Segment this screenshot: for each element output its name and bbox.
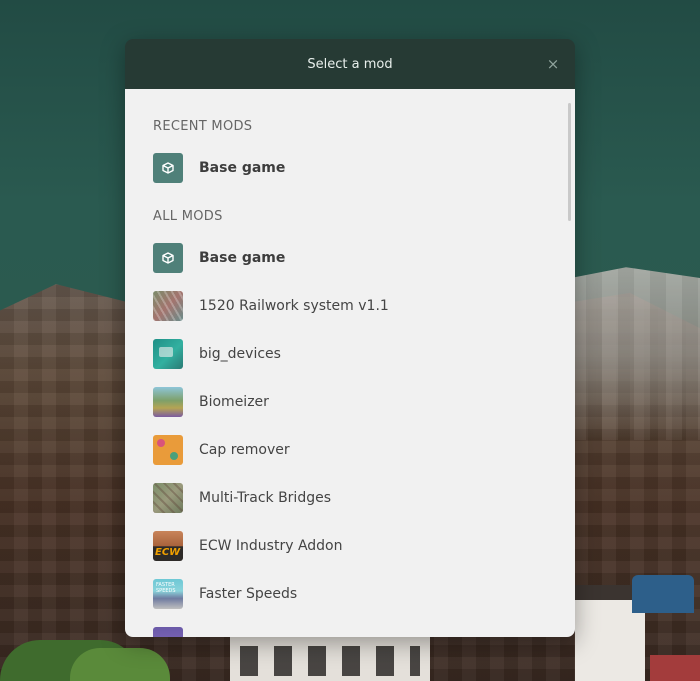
mod-item-ecw-industry[interactable]: ECW ECW Industry Addon — [153, 531, 575, 561]
mod-label: Base game — [199, 250, 286, 266]
trees — [70, 648, 170, 681]
recent-mods-heading: RECENT MODS — [153, 119, 253, 134]
mod-label: Biomeizer — [199, 394, 269, 410]
mod-label: Cap remover — [199, 442, 290, 458]
cube-icon — [153, 243, 183, 273]
mod-item-multi-track-bridges[interactable]: Multi-Track Bridges — [153, 483, 575, 513]
building-windows — [240, 646, 420, 676]
mod-label: 1520 Railwork system v1.1 — [199, 298, 389, 314]
mod-item-base-game-recent[interactable]: Base game — [153, 153, 575, 183]
mod-thumbnail — [153, 387, 183, 417]
mod-item-big-devices[interactable]: big_devices — [153, 339, 575, 369]
mod-thumbnail — [153, 339, 183, 369]
mod-item-base-game[interactable]: Base game — [153, 243, 575, 273]
blue-structure — [632, 575, 694, 613]
mod-label: Base game — [199, 160, 286, 176]
mod-item-faster-speeds[interactable]: FASTER SPEEDS Faster Speeds — [153, 579, 575, 609]
mod-item-1520-railwork[interactable]: 1520 Railwork system v1.1 — [153, 291, 575, 321]
mod-thumbnail: ECW — [153, 531, 183, 561]
mod-label: Faster Speeds — [199, 586, 298, 602]
all-mods-heading: ALL MODS — [153, 209, 223, 224]
dialog-header: Select a mod × — [125, 39, 575, 89]
mod-label: Multi-Track Bridges — [199, 490, 332, 506]
all-mods-list: Base game 1520 Railwork system v1.1 big_… — [153, 243, 575, 637]
scrollbar[interactable] — [568, 103, 571, 221]
mod-thumbnail — [153, 291, 183, 321]
thumbnail-logo-text: ECW — [155, 547, 181, 558]
mod-thumbnail — [153, 483, 183, 513]
mod-thumbnail: FASTER SPEEDS — [153, 579, 183, 609]
dialog-body[interactable]: RECENT MODS Base game ALL MODS Base game… — [125, 89, 575, 637]
mod-label: big_devices — [199, 346, 281, 362]
mod-item-cap-remover[interactable]: Cap remover — [153, 435, 575, 465]
close-icon[interactable]: × — [543, 54, 563, 74]
recent-mods-list: Base game — [153, 153, 575, 183]
mod-thumbnail — [153, 435, 183, 465]
mod-thumbnail — [153, 627, 183, 637]
mod-label: ECW Industry Addon — [199, 538, 343, 554]
red-roof — [650, 655, 700, 681]
thumbnail-logo-text: FASTER SPEEDS — [156, 582, 176, 594]
cube-icon — [153, 153, 183, 183]
mod-item-next-partial[interactable] — [153, 627, 575, 637]
select-mod-dialog: Select a mod × RECENT MODS Base game ALL… — [125, 39, 575, 637]
dialog-title: Select a mod — [307, 56, 393, 72]
mod-item-biomeizer[interactable]: Biomeizer — [153, 387, 575, 417]
